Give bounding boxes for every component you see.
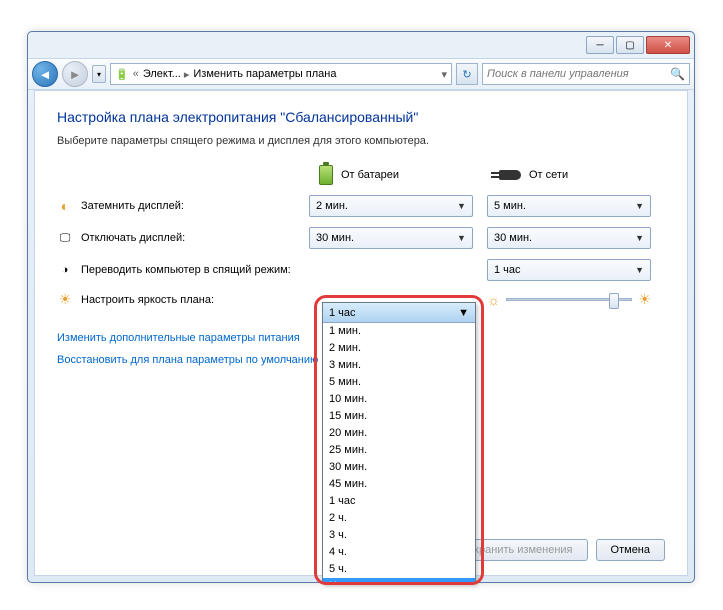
chevron-down-icon: ▼ (635, 265, 644, 275)
breadcrumb-item[interactable]: Изменить параметры плана (193, 68, 336, 80)
search-icon[interactable]: 🔍 (670, 67, 685, 81)
dropdown-option[interactable]: 2 мин. (323, 340, 475, 357)
dropdown-option[interactable]: 2 ч. (323, 510, 475, 527)
dim-display-row: ◐ Затемнить дисплей: 2 мин.▼ 5 мин.▼ (57, 195, 665, 217)
dropdown-option[interactable]: 30 мин. (323, 459, 475, 476)
back-button[interactable]: ◄ (32, 61, 58, 87)
dropdown-option[interactable]: 20 мин. (323, 425, 475, 442)
brightness-label: Настроить яркость плана: (81, 294, 214, 306)
off-ac-select[interactable]: 30 мин.▼ (487, 227, 651, 249)
sleep-battery-dropdown[interactable]: 1 час▼ 1 мин.2 мин.3 мин.5 мин.10 мин.15… (322, 302, 476, 584)
dropdown-option[interactable]: Никогда (323, 578, 475, 583)
dropdown-option[interactable]: 25 мин. (323, 442, 475, 459)
battery-column-header: От батареи (319, 165, 485, 185)
close-button[interactable]: ✕ (646, 36, 690, 54)
turn-off-display-row: 🖵 Отключать дисплей: 30 мин.▼ 30 мин.▼ (57, 227, 665, 249)
dim-icon: ◐ (57, 198, 73, 214)
brightness-icon: ☀ (57, 292, 73, 308)
chevron-down-icon: ▼ (458, 307, 469, 319)
dropdown-option[interactable]: 5 ч. (323, 561, 475, 578)
search-box[interactable]: 🔍 (482, 63, 690, 85)
dropdown-option[interactable]: 10 мин. (323, 391, 475, 408)
nav-history-dropdown[interactable]: ▾ (92, 65, 106, 83)
sleep-row: ◑ Переводить компьютер в спящий режим: 1 … (57, 259, 665, 281)
chevron-down-icon: ▼ (457, 201, 466, 211)
breadcrumb-sep: « (133, 68, 139, 80)
navbar: ◄ ► ▾ 🔋 « Элект... ▸ Изменить параметры … (28, 58, 694, 90)
column-headers: От батареи От сети (319, 165, 665, 185)
dropdown-option[interactable]: 5 мин. (323, 374, 475, 391)
dropdown-option[interactable]: 45 мин. (323, 476, 475, 493)
chevron-down-icon: ▼ (635, 201, 644, 211)
sleep-icon: ◑ (57, 262, 73, 278)
cancel-button[interactable]: Отмена (596, 539, 665, 561)
dropdown-selected[interactable]: 1 час▼ (323, 303, 475, 323)
address-bar[interactable]: 🔋 « Элект... ▸ Изменить параметры плана … (110, 63, 452, 85)
brightness-ac-slider[interactable]: ☼☀ (487, 291, 651, 308)
minimize-button[interactable]: ─ (586, 36, 614, 54)
plugged-column-header: От сети (499, 165, 665, 185)
dim-battery-select[interactable]: 2 мин.▼ (309, 195, 473, 217)
page-title: Настройка плана электропитания "Сбаланси… (57, 109, 665, 125)
dropdown-option[interactable]: 3 ч. (323, 527, 475, 544)
sleep-label: Переводить компьютер в спящий режим: (81, 264, 291, 276)
dim-label: Затемнить дисплей: (81, 200, 184, 212)
slider-track[interactable] (506, 298, 632, 301)
off-label: Отключать дисплей: (81, 232, 185, 244)
chevron-down-icon: ▼ (457, 233, 466, 243)
sun-large-icon: ☀ (638, 291, 651, 308)
slider-thumb[interactable] (609, 293, 619, 309)
dim-ac-select[interactable]: 5 мин.▼ (487, 195, 651, 217)
sun-small-icon: ☼ (487, 292, 500, 308)
dropdown-option[interactable]: 3 мин. (323, 357, 475, 374)
display-off-icon: 🖵 (57, 230, 73, 246)
dropdown-option[interactable]: 15 мин. (323, 408, 475, 425)
button-bar: Сохранить изменения Отмена (445, 539, 665, 561)
dropdown-option[interactable]: 1 мин. (323, 323, 475, 340)
forward-button[interactable]: ► (62, 61, 88, 87)
chevron-down-icon: ▼ (635, 233, 644, 243)
dropdown-option[interactable]: 1 час (323, 493, 475, 510)
dropdown-option[interactable]: 4 ч. (323, 544, 475, 561)
control-panel-icon: 🔋 (115, 68, 129, 81)
refresh-button[interactable]: ↻ (456, 63, 478, 85)
titlebar: ─ ▢ ✕ (28, 32, 694, 58)
sleep-ac-select[interactable]: 1 час▼ (487, 259, 651, 281)
off-battery-select[interactable]: 30 мин.▼ (309, 227, 473, 249)
page-subtitle: Выберите параметры спящего режима и дисп… (57, 135, 665, 147)
maximize-button[interactable]: ▢ (616, 36, 644, 54)
breadcrumb-item[interactable]: Элект... ▸ (143, 68, 190, 81)
plug-icon (499, 170, 521, 180)
search-input[interactable] (487, 68, 670, 80)
address-dropdown-icon[interactable]: ▾ (441, 68, 447, 81)
battery-icon (319, 165, 333, 185)
